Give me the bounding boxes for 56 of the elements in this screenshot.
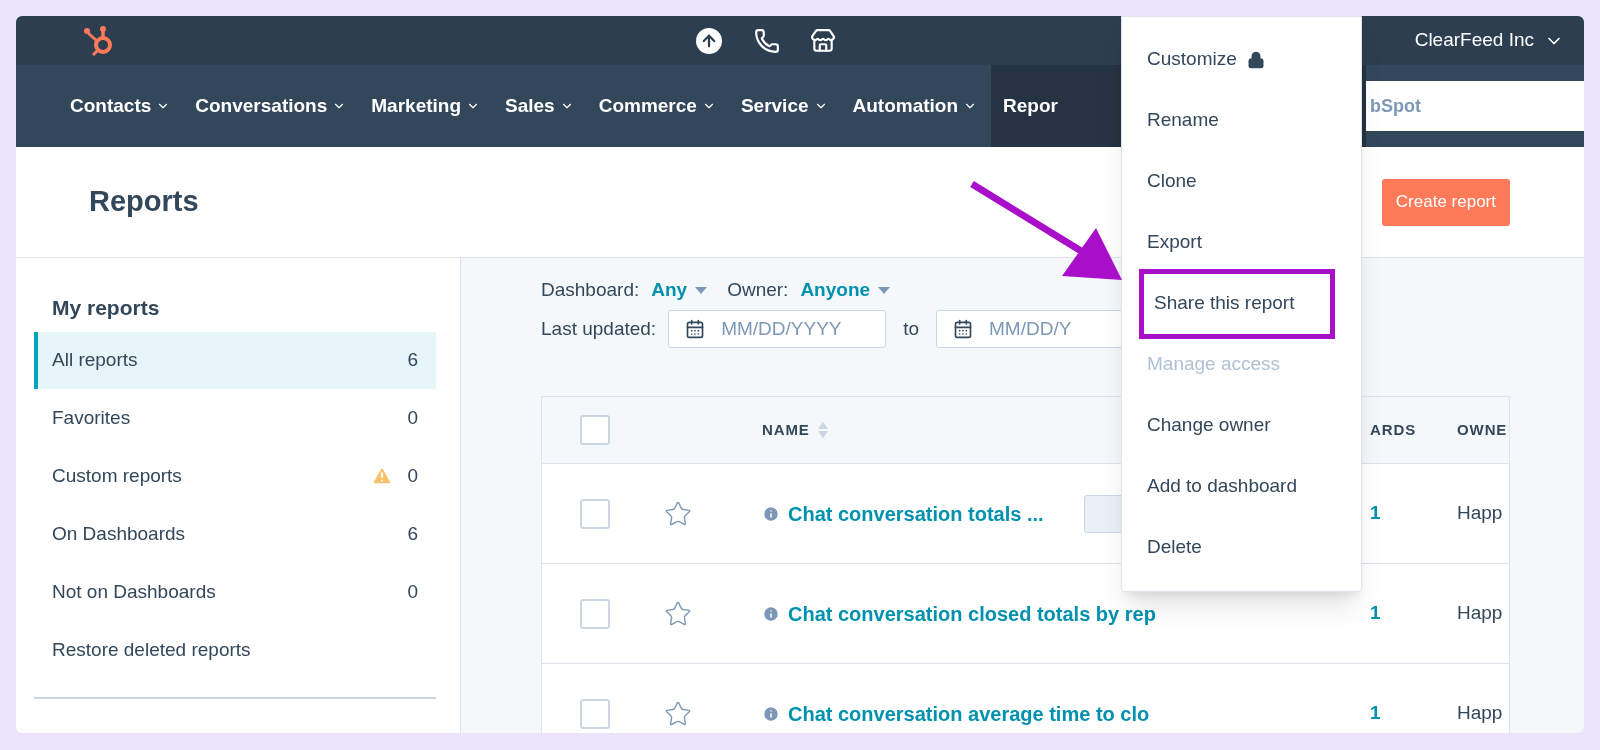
menu-item[interactable]: Add to dashboard [1122, 456, 1361, 517]
sidebar-item[interactable]: All reports 6 [34, 331, 436, 389]
caret-icon [695, 286, 708, 294]
info-icon [762, 704, 780, 723]
sidebar-item[interactable]: Not on Dashboards 0 [34, 563, 436, 621]
nav-menu-item[interactable]: Sales [505, 91, 574, 121]
nav-menu-item[interactable]: Conversations [195, 91, 347, 121]
info-icon [762, 504, 780, 523]
store-icon[interactable] [809, 27, 836, 54]
nav-menu-item[interactable]: Marketing [371, 91, 481, 121]
info-icon [762, 604, 780, 623]
menu-item[interactable]: Customize [1122, 29, 1361, 90]
row-checkbox[interactable] [580, 598, 610, 629]
table-cell[interactable]: 1 [1370, 599, 1381, 628]
filter-label: Last updated: [541, 316, 657, 341]
menu-item[interactable]: Share this report [1139, 268, 1335, 339]
table-cell[interactable]: 1 [1370, 699, 1381, 728]
star-icon[interactable] [664, 599, 692, 628]
sidebar-title: My reports [51, 295, 161, 321]
account-name[interactable]: ClearFeed Inc [1414, 26, 1534, 55]
menu-item[interactable]: Rename [1122, 90, 1361, 151]
sidebar-item[interactable]: Restore deleted reports [34, 621, 436, 679]
star-icon[interactable] [664, 699, 692, 728]
calendar-icon [685, 319, 706, 339]
menu-item[interactable]: Delete [1122, 517, 1361, 578]
select-all-checkbox[interactable] [580, 415, 610, 445]
report-name-link[interactable]: Chat conversation closed totals by rep [788, 598, 1156, 629]
report-name-link[interactable]: Chat conversation totals ... [788, 498, 1044, 529]
page-title: Reports [89, 184, 199, 220]
star-icon[interactable] [664, 499, 692, 528]
column-header[interactable]: OWNE [1457, 418, 1508, 442]
phone-icon[interactable] [753, 27, 780, 54]
nav-menu-item[interactable]: Commerce [598, 91, 716, 121]
upload-icon[interactable] [695, 27, 722, 54]
calendar-icon [953, 319, 973, 339]
report-name-link[interactable]: Chat conversation average time to clo [788, 698, 1150, 729]
filter-label: Owner: [727, 277, 789, 302]
menu-item[interactable]: Change owner [1122, 395, 1361, 456]
row-checkbox[interactable] [580, 698, 610, 729]
sidebar-item[interactable]: Custom reports 0 [34, 447, 436, 505]
sidebar-item[interactable]: On Dashboards 6 [34, 505, 436, 563]
menu-item[interactable]: Clone [1122, 151, 1361, 212]
column-header[interactable]: ARDS [1370, 418, 1417, 442]
nav-menu-item[interactable]: Service [740, 91, 828, 121]
column-header[interactable]: NAME [762, 418, 828, 442]
row-checkbox[interactable] [580, 498, 610, 529]
nav-menu-item[interactable]: Automation [852, 91, 978, 121]
filter-label: to [903, 316, 919, 341]
table-cell[interactable]: 1 [1370, 499, 1381, 528]
table-cell-text: Happ [1457, 701, 1503, 726]
table-cell-text: Happ [1457, 501, 1503, 526]
filter-label: Dashboard: [541, 277, 640, 302]
caret-icon [878, 286, 891, 294]
table-cell-text: Happ [1457, 601, 1503, 626]
sidebar-item[interactable]: Favorites 0 [34, 389, 436, 447]
nav-menu-item[interactable]: Contacts [70, 91, 171, 121]
